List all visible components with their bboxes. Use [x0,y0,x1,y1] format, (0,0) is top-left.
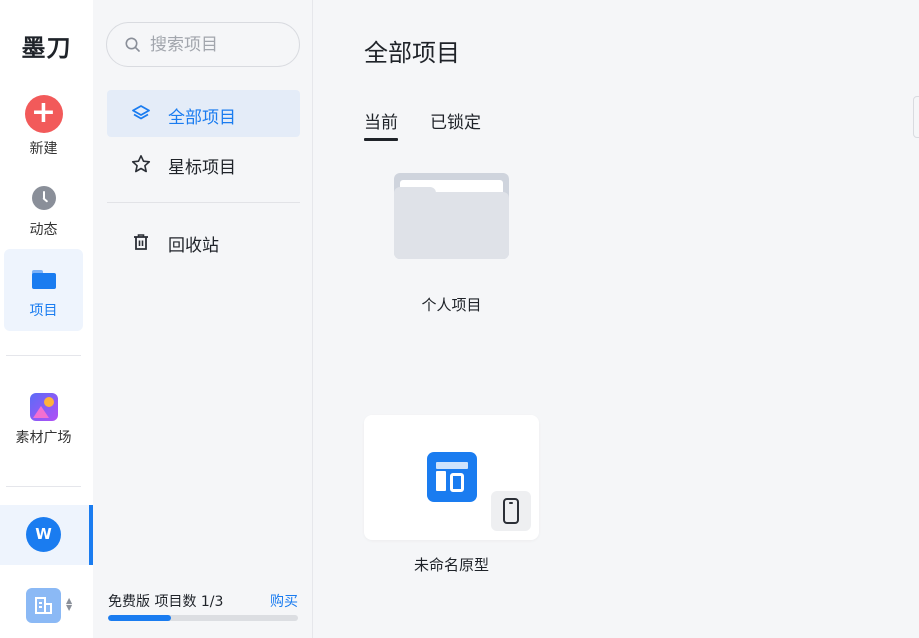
phone-icon [503,498,519,524]
rail-item-new[interactable]: + 新建 [4,92,83,174]
plan-text: 免费版 项目数 1/3 [108,594,224,610]
buy-link[interactable]: 购买 [270,591,298,611]
toolbar-button[interactable] [913,96,919,138]
nav-item-label: 回收站 [168,236,219,256]
page-title: 全部项目 [364,39,460,67]
plus-icon: + [24,95,63,133]
rail-item-materials[interactable]: 素材广场 [4,385,83,467]
building-icon [35,597,52,614]
layers-icon [132,105,150,120]
nav-item-label: 全部项目 [168,108,236,128]
prototype-icon [427,452,477,502]
nav-item-all-projects[interactable]: 全部项目 [107,90,300,137]
project-nav-panel: 全部项目 星标项目 回收站 免费版 项目数 1/3 购买 [93,0,313,638]
rail-divider [6,486,81,487]
sort-arrows-icon[interactable]: ▲ ▼ [66,597,72,612]
search-box[interactable] [106,22,300,67]
rail-item-label: 动态 [29,222,58,238]
rail-item-label: 新建 [29,141,58,157]
material-gallery-icon [29,393,58,421]
device-badge [491,491,531,531]
plan-info: 免费版 项目数 1/3 购买 [108,591,298,611]
rail-divider [6,355,81,356]
folder-card[interactable] [394,173,509,259]
search-icon [125,37,140,52]
main-content: 全部项目 当前 已锁定 个人项目 未命名原型 [314,0,919,638]
app-logo[interactable]: 墨刀 [0,28,93,63]
nav-item-label: 星标项目 [168,158,236,178]
rail-item-projects[interactable]: 项目 [4,249,83,331]
trash-icon [134,234,148,250]
folder-icon [394,192,509,259]
tab-locked[interactable]: 已锁定 [430,108,481,133]
panel-divider [107,202,300,203]
tab-current[interactable]: 当前 [364,108,398,141]
search-input[interactable] [150,34,290,56]
nav-item-trash[interactable]: 回收站 [107,218,300,265]
plan-usage-fill [108,615,172,621]
rail-item-activity[interactable]: 动态 [4,176,83,258]
left-rail: 墨刀 + 新建 动态 项目 素材广场 W ▲ ▼ [0,0,93,638]
account-switcher[interactable]: W [0,505,93,565]
avatar[interactable]: W [26,517,61,552]
nav-item-starred[interactable]: 星标项目 [107,140,300,187]
plan-usage-bar [108,615,298,621]
organization-button[interactable] [26,588,61,623]
star-icon [131,155,151,173]
clock-icon [31,186,56,210]
prototype-card[interactable] [364,415,539,540]
prototype-name[interactable]: 未命名原型 [364,554,539,575]
rail-item-label: 素材广场 [15,430,72,446]
folder-icon [31,270,56,289]
rail-item-label: 项目 [29,303,58,319]
folder-name[interactable]: 个人项目 [394,294,509,315]
